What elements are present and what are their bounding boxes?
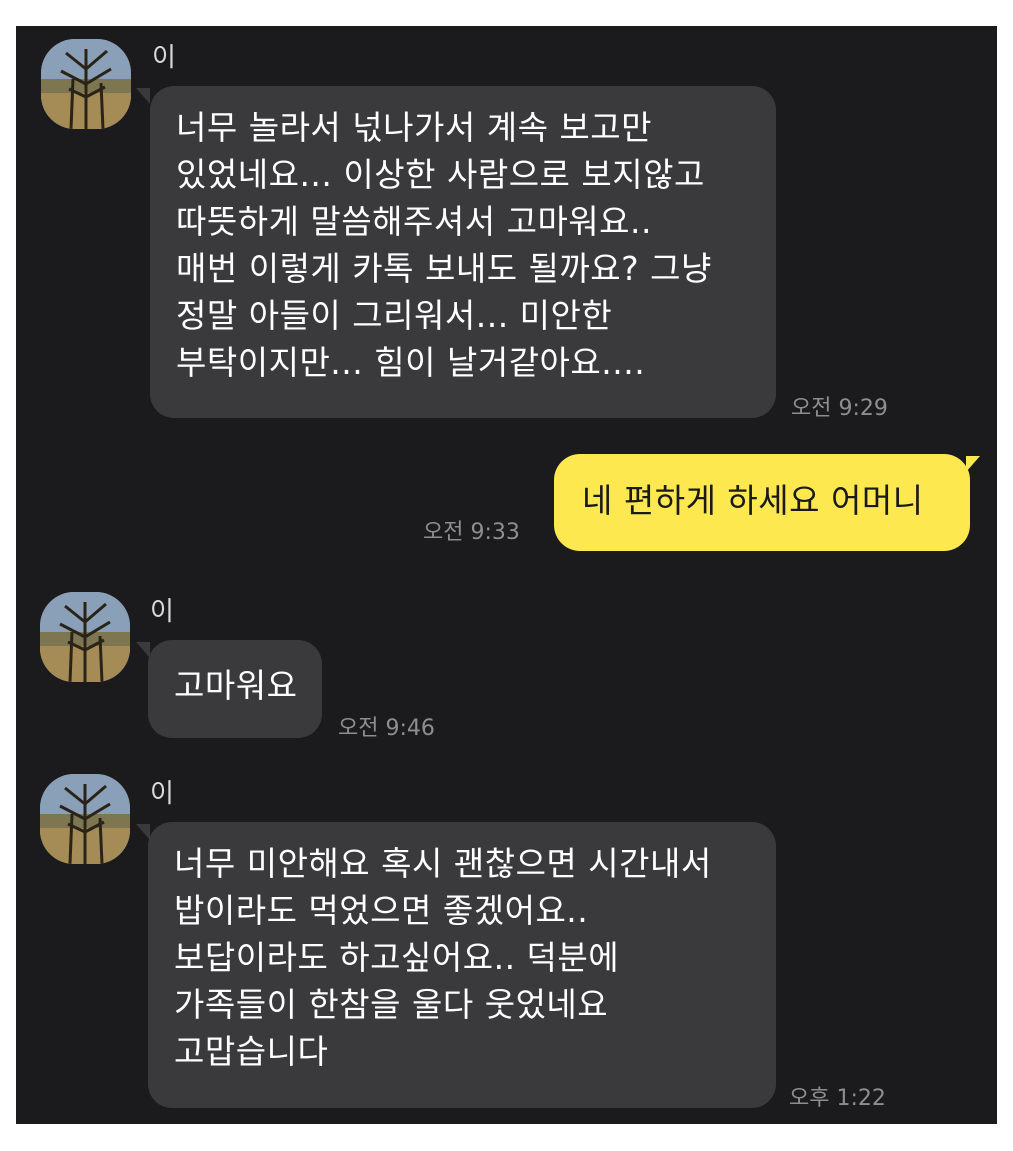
sender-avatar[interactable] — [40, 774, 130, 864]
bubble-tail — [136, 824, 150, 840]
bubble-tail — [966, 456, 980, 472]
bubble-tail — [136, 642, 150, 658]
message-bubble[interactable]: 너무 미안해요 혹시 괜찮으면 시간내서 밥이라도 먹었으면 좋겠어요.. 보답… — [148, 822, 776, 1108]
avatar-tree-photo — [41, 39, 131, 129]
avatar-tree-photo — [40, 774, 130, 864]
message-timestamp: 오전 9:29 — [791, 396, 888, 421]
message-timestamp: 오후 1:22 — [789, 1086, 886, 1111]
sender-name: 이 — [150, 597, 174, 627]
message-timestamp: 오전 9:46 — [338, 716, 435, 741]
avatar-tree-photo — [40, 592, 130, 682]
sender-name: 이 — [150, 779, 174, 809]
chat-window: 이 너무 놀라서 넋나가서 계속 보고만 있었네요... 이상한 사람으로 보지… — [16, 26, 997, 1124]
message-bubble-outgoing[interactable]: 네 편하게 하세요 어머니 — [554, 454, 970, 551]
message-timestamp: 오전 9:33 — [423, 520, 520, 545]
message-bubble[interactable]: 고마워요 — [148, 640, 322, 738]
bubble-tail — [136, 88, 150, 104]
sender-name: 이 — [152, 43, 176, 73]
sender-avatar[interactable] — [41, 39, 131, 129]
sender-avatar[interactable] — [40, 592, 130, 682]
message-bubble[interactable]: 너무 놀라서 넋나가서 계속 보고만 있었네요... 이상한 사람으로 보지않고… — [150, 86, 776, 418]
